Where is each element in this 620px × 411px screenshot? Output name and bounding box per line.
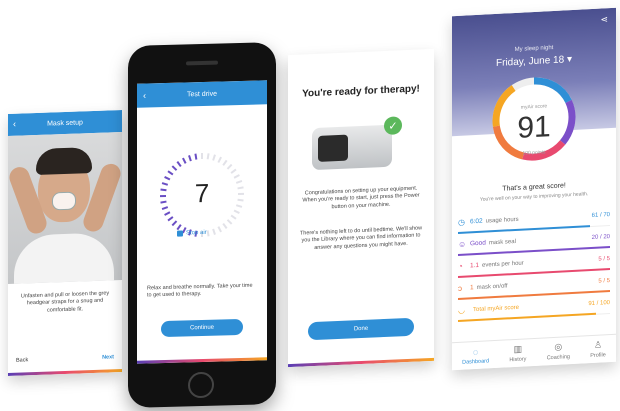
tab-coaching[interactable]: ◎ Coaching <box>546 341 570 362</box>
phone-speaker <box>186 60 218 66</box>
stop-icon <box>177 230 183 237</box>
dial-tick <box>230 168 237 174</box>
tab-label: Coaching <box>546 354 570 362</box>
bottom-tab-bar: ◌ Dashboard ▥ History ◎ Coaching ♙ Profile <box>452 333 616 371</box>
metric-value: 6:02 <box>470 217 483 226</box>
clock-icon: ◷ <box>458 217 465 227</box>
metric-value: Good <box>470 239 486 248</box>
dial-tick <box>226 163 233 170</box>
metric-value: 1 <box>470 284 474 292</box>
chevron-down-icon: ▾ <box>566 54 572 66</box>
ready-paragraph-2: There's nothing left to do until bedtime… <box>299 225 423 251</box>
date-label: Friday, June 18 <box>496 54 565 69</box>
tab-profile[interactable]: ♙ Profile <box>590 339 606 359</box>
metric-label: Total myAir score <box>473 304 520 313</box>
mask-setup-screen: ‹ Mask setup Unfasten and pull or loosen… <box>8 110 122 376</box>
profile-icon: ♙ <box>593 339 603 350</box>
dial-tick <box>233 209 240 214</box>
dial-tick <box>194 153 198 160</box>
test-drive-header: ‹ Test drive <box>137 80 267 108</box>
gradient-stripe <box>137 357 267 364</box>
dial-tick <box>206 230 210 237</box>
metrics-list: ◷ 6:02 usage hours 61 / 70 ☺ Good mask seal 20 … <box>458 204 610 322</box>
stop-air-toggle[interactable]: Stop air <box>177 230 207 237</box>
dial-tick <box>217 156 222 163</box>
metric-score: 5 / 5 <box>598 277 610 285</box>
tab-history[interactable]: ▥ History <box>509 343 527 364</box>
score-icon: ◡ <box>458 305 465 315</box>
mask-fitting-photo <box>8 132 122 284</box>
dial-tick <box>182 157 187 164</box>
check-icon: ✓ <box>384 116 402 135</box>
metric-label: events per hour <box>482 260 524 269</box>
coaching-icon: ◎ <box>554 341 563 352</box>
dial-tick <box>212 154 216 161</box>
dial-tick <box>176 161 182 168</box>
back-arrow-icon[interactable]: ‹ <box>143 90 146 100</box>
share-icon[interactable]: ⋖ <box>600 14 608 25</box>
next-button[interactable]: Next <box>102 354 114 360</box>
gradient-stripe <box>8 369 122 376</box>
phone-frame: ‹ Test drive 7 Stop air Relax and breath… <box>128 42 276 408</box>
mask-setup-title: Mask setup <box>47 118 83 128</box>
dial-tick <box>230 214 237 220</box>
dial-tick <box>212 228 216 235</box>
countdown-number: 7 <box>194 177 210 209</box>
done-button[interactable]: Done <box>308 317 414 341</box>
test-drive-instruction: Relax and breathe normally. Take your ti… <box>147 282 253 299</box>
dial-tick <box>176 224 182 231</box>
dashboard-icon: ◌ <box>472 346 479 357</box>
continue-button[interactable]: Continue <box>161 318 243 338</box>
plug-icon: ɔ <box>458 283 462 293</box>
score-value: 91 <box>517 110 551 145</box>
back-arrow-icon[interactable]: ‹ <box>13 119 16 129</box>
dial-tick <box>171 220 178 227</box>
dial-tick <box>217 226 222 233</box>
dial-tick <box>188 155 192 162</box>
cpap-device-image: ✓ <box>312 116 404 172</box>
tab-label: History <box>509 356 527 364</box>
test-drive-title: Test drive <box>187 90 217 98</box>
dial-tick <box>226 219 233 225</box>
dial-tick <box>171 165 178 171</box>
mask-icon: ☺ <box>458 239 467 249</box>
dial-tick <box>222 159 228 166</box>
tab-dashboard[interactable]: ◌ Dashboard <box>462 346 489 365</box>
metric-score: 61 / 70 <box>591 211 610 219</box>
metric-label: mask seal <box>488 238 516 246</box>
mask-setup-instruction: Unfasten and pull or loosen the grey hea… <box>20 290 110 314</box>
metric-score: 5 / 5 <box>598 255 610 263</box>
metric-score: 91 / 100 <box>588 299 610 307</box>
ready-screen: You're ready for therapy! ✓ Congratulati… <box>288 48 434 368</box>
dial-tick <box>206 153 210 160</box>
metric-value: 1.1 <box>470 261 480 270</box>
stop-air-label: Stop air <box>186 229 207 237</box>
metric-label: usage hours <box>485 216 519 225</box>
dial-tick <box>222 222 228 229</box>
gradient-stripe <box>288 357 434 368</box>
dial-tick <box>164 211 171 216</box>
tab-label: Profile <box>590 352 606 360</box>
metric-progress-bar <box>458 312 597 322</box>
dial-tick <box>167 216 174 222</box>
test-drive-screen: ‹ Test drive 7 Stop air Relax and breath… <box>137 80 267 364</box>
metric-score: 20 / 20 <box>591 233 610 241</box>
metric-label: mask on/off <box>476 282 508 291</box>
tab-label: Dashboard <box>462 357 490 366</box>
dashboard-screen: ⋖ My sleep night Friday, June 18 ▾ myAir… <box>452 7 616 371</box>
events-icon: ◔ <box>458 261 463 271</box>
mask-icon <box>52 191 76 211</box>
home-button[interactable] <box>188 371 214 399</box>
back-button[interactable]: Back <box>16 357 28 363</box>
ready-title: You're ready for therapy! <box>302 83 420 100</box>
ready-paragraph-1: Congratulations on setting up your equip… <box>302 185 420 211</box>
dial-tick <box>167 170 174 176</box>
history-icon: ▥ <box>513 343 523 355</box>
